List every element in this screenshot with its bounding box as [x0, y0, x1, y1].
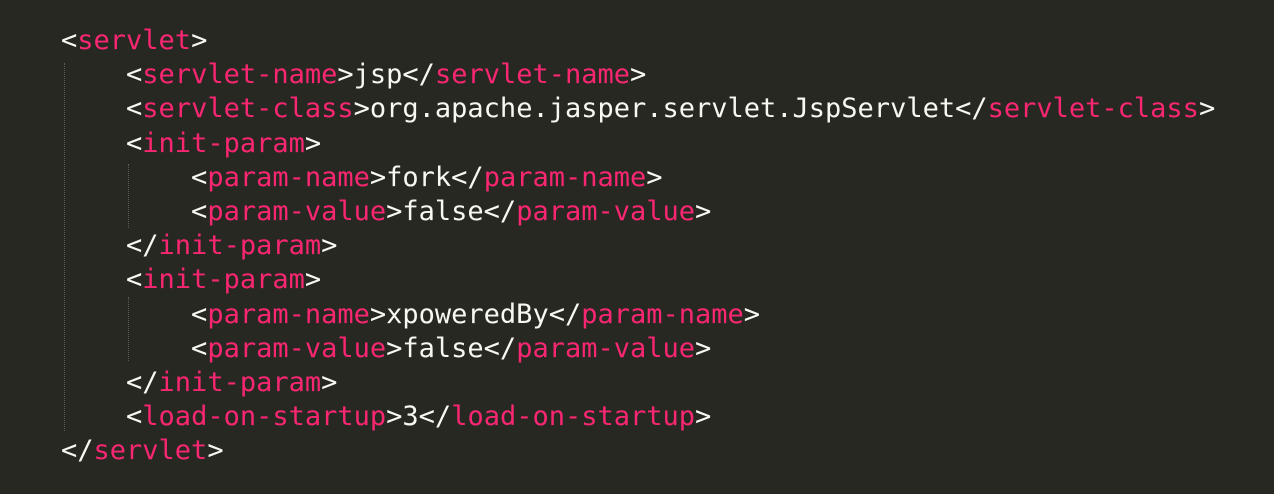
code-area[interactable]: <servlet> <servlet-name>jsp</servlet-nam…: [61, 24, 1215, 468]
angle-close: >: [191, 25, 208, 56]
code-line[interactable]: <init-param>: [61, 127, 1215, 161]
code-line[interactable]: <init-param>: [61, 263, 1215, 297]
tag-name: servlet: [77, 25, 192, 56]
element-text: false: [402, 195, 484, 227]
code-line[interactable]: <servlet-name>jsp</servlet-name>: [61, 58, 1215, 92]
code-editor[interactable]: <servlet> <servlet-name>jsp</servlet-nam…: [0, 0, 1274, 494]
code-line[interactable]: <servlet>: [61, 24, 1215, 58]
tag-name: servlet-class: [142, 93, 354, 125]
tag-name: init-param: [158, 366, 322, 398]
angle-open: <: [61, 25, 78, 56]
code-line[interactable]: <param-name>fork</param-name>: [61, 161, 1215, 195]
tag-name: load-on-startup: [451, 401, 696, 433]
code-line[interactable]: <param-name>xpoweredBy</param-name>: [61, 298, 1215, 332]
tag-name: param-name: [207, 298, 370, 330]
tag-name: param-value: [516, 195, 695, 227]
tag-name: init-param: [142, 127, 305, 159]
code-line[interactable]: <param-value>false</param-value>: [61, 195, 1215, 229]
tag-name: servlet-name: [434, 59, 631, 91]
code-line[interactable]: <servlet-class>org.apache.jasper.servlet…: [61, 92, 1215, 126]
element-text: false: [402, 332, 484, 364]
tag-name: load-on-startup: [142, 401, 387, 433]
tag-name: param-value: [207, 195, 387, 227]
tag-name: param-name: [483, 161, 647, 193]
element-text: 3: [402, 401, 419, 433]
tag-name: param-name: [581, 298, 744, 330]
code-line[interactable]: <param-value>false</param-value>: [61, 332, 1215, 366]
tag-name: init-param: [142, 264, 305, 296]
tag-name: servlet-class: [987, 93, 1199, 125]
tag-name: init-param: [158, 230, 322, 262]
tag-name: param-value: [516, 332, 695, 364]
tag-name: servlet: [93, 435, 208, 467]
tag-name: servlet-name: [142, 59, 338, 91]
indent-guide: [128, 297, 129, 361]
element-text: fork: [386, 161, 452, 193]
indent-guide: [64, 63, 65, 431]
element-text: xpoweredBy: [386, 298, 549, 330]
code-line[interactable]: </servlet>: [61, 434, 1215, 468]
tag-name: param-value: [207, 332, 387, 364]
code-line[interactable]: <load-on-startup>3</load-on-startup>: [61, 400, 1215, 434]
element-text: org.apache.jasper.servlet.JspServlet: [369, 93, 956, 125]
indent-guide: [128, 164, 129, 228]
element-text: jsp: [353, 59, 403, 91]
code-line[interactable]: </init-param>: [61, 366, 1215, 400]
tag-name: param-name: [207, 161, 370, 193]
code-line[interactable]: </init-param>: [61, 229, 1215, 263]
